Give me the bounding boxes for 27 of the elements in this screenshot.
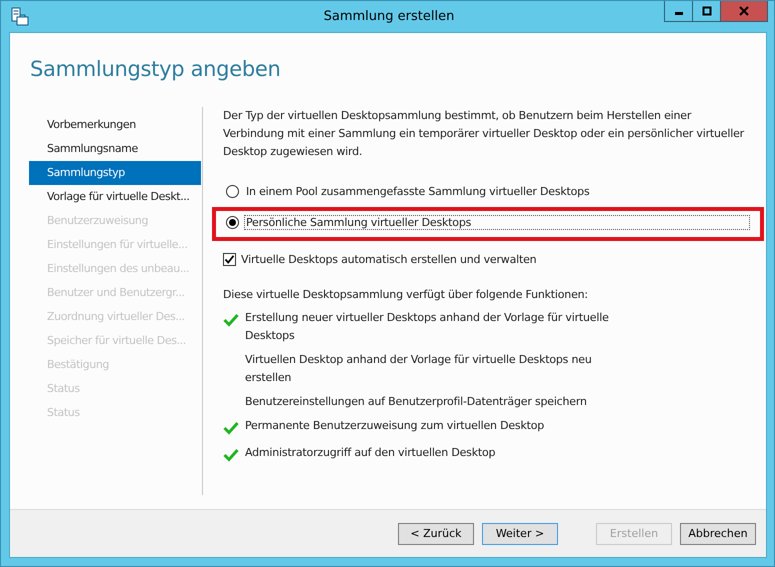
description-text: Der Typ der virtuellen Desktopsammlung bestimmt, ob Benutzern beim Herstellen einer Verbindung mit einer Sammlung ein temporärer virtueller Desktop oder ein persönlicher virtueller Desktop zugewiesen wird. (223, 108, 746, 160)
dialog-button[interactable]: Abbrechen (680, 522, 756, 544)
feature-text: Erstellung neuer virtueller Desktops anhand der Vorlage für virtuelle Desktops (245, 310, 610, 344)
radio-button[interactable] (226, 216, 239, 228)
radio-label: Persönliche Sammlung virtueller Desktops (244, 214, 750, 230)
feature-text: Benutzereinstellungen auf Benutzerprofil-Datenträger speichern (245, 394, 588, 410)
sidebar-item[interactable]: Vorlage für virtuelle Deskt... (29, 185, 201, 209)
window-title: Sammlung erstellen (322, 9, 456, 24)
feature-text: Permanente Benutzerzuweisung zum virtuellen Desktop (245, 418, 546, 434)
radio-button[interactable] (226, 184, 239, 198)
minimize-button[interactable] (664, 1, 693, 22)
sidebar-item[interactable]: Sammlungstyp (29, 161, 201, 185)
checkbox[interactable] (223, 253, 236, 266)
sidebar-item[interactable]: Vorbemerkungen (29, 113, 201, 137)
sidebar-item[interactable]: Sammlungsname (29, 137, 201, 161)
maximize-icon (702, 6, 712, 16)
dialog-button[interactable]: Weiter > (482, 522, 558, 544)
page-heading: Sammlungstyp angeben (29, 56, 282, 83)
radio-label: In einem Pool zusammengefasste Sammlung virtueller Desktops (245, 184, 590, 198)
feature-text: Virtuellen Desktop anhand der Vorlage für virtuelle Desktops neu erstellen (245, 352, 593, 386)
close-icon (739, 6, 749, 16)
features-intro-text: Diese virtuelle Desktopsammlung verfügt über folgende Funktionen: (223, 288, 589, 301)
feature-text: Administratorzugriff auf den virtuellen Desktop (245, 445, 496, 461)
close-button[interactable] (720, 1, 768, 22)
checkbox-label: Virtuelle Desktops automatisch erstellen und verwalten (241, 253, 536, 266)
dialog-button[interactable]: < Zurück (398, 522, 474, 544)
server-app-icon (10, 6, 30, 26)
